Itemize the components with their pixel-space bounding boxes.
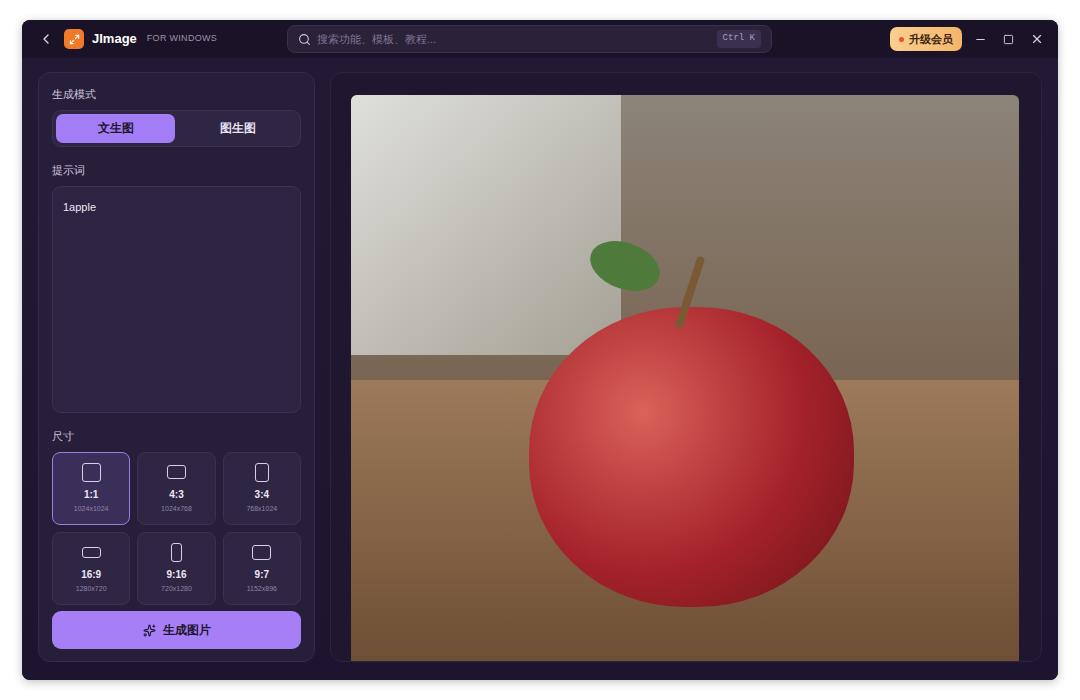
mode-tabs: 文生图图生图 (52, 110, 301, 147)
dot-icon (899, 37, 904, 42)
size-option[interactable]: 16:91280x720 (52, 532, 130, 605)
aspect-icon (252, 545, 271, 560)
sparkle-icon (143, 624, 156, 637)
shortcut-badge: Ctrl K (717, 30, 761, 48)
upgrade-button[interactable]: 升级会员 (890, 27, 962, 51)
mode-tab[interactable]: 文生图 (56, 114, 175, 143)
maximize-icon[interactable] (1003, 34, 1014, 45)
search-field[interactable]: 搜索功能、模板、教程... Ctrl K (287, 25, 772, 53)
size-grid: 1:11024x10244:31024x7683:4768x1024 16:912… (52, 452, 301, 605)
back-icon[interactable] (38, 31, 54, 47)
body: 生成模式文生图图生图提示词 1apple 尺寸 1:11024x10244:31024… (22, 58, 1058, 680)
size-option[interactable]: 4:31024x768 (137, 452, 215, 525)
close-icon[interactable] (1030, 32, 1044, 46)
preview-panel (330, 72, 1042, 662)
title-bar: JImage FOR WINDOWS 搜索功能、模板、教程... Ctrl K 升级会员 (22, 20, 1058, 58)
size-option[interactable]: 3:4768x1024 (223, 452, 301, 525)
prompt-textarea[interactable]: 1apple (52, 186, 301, 413)
app-window: JImage FOR WINDOWS 搜索功能、模板、教程... Ctrl K 升级会员… (22, 20, 1058, 680)
mode-label: 生成模式 (52, 86, 301, 103)
generated-image (351, 95, 1019, 661)
logo-icon (64, 29, 84, 49)
mode-tab[interactable]: 图生图 (178, 114, 297, 143)
prompt-label: 提示词 (52, 162, 301, 179)
aspect-icon (82, 463, 101, 482)
size-option[interactable]: 9:16720x1280 (137, 532, 215, 605)
search-placeholder: 搜索功能、模板、教程... (317, 31, 711, 48)
aspect-icon (171, 543, 182, 562)
title-group: JImage FOR WINDOWS (22, 29, 287, 49)
size-option[interactable]: 9:71152x896 (223, 532, 301, 605)
minimize-icon[interactable] (974, 33, 987, 46)
app-subtitle: FOR WINDOWS (147, 32, 217, 46)
size-label: 尺寸 (52, 428, 301, 445)
settings-panel: 生成模式文生图图生图提示词 1apple 尺寸 1:11024x10244:31024… (38, 72, 315, 662)
app-title: JImage (92, 29, 137, 49)
page: JImage FOR WINDOWS 搜索功能、模板、教程... Ctrl K 升级会员… (0, 0, 1080, 700)
search-icon (298, 33, 311, 46)
generate-button[interactable]: 生成图片 (52, 611, 301, 649)
aspect-icon (167, 465, 186, 479)
window-controls (974, 32, 1044, 46)
aspect-icon (255, 463, 269, 482)
size-option[interactable]: 1:11024x1024 (52, 452, 130, 525)
aspect-icon (82, 547, 101, 558)
